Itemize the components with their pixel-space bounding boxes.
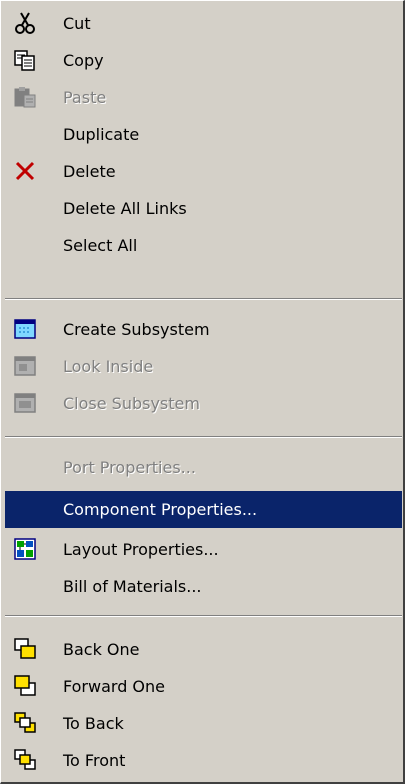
menu-item-layout-properties[interactable]: Layout Properties...	[5, 531, 402, 568]
back-one-icon	[13, 637, 37, 661]
menu-item-label: To Front	[63, 751, 126, 770]
context-menu: Cut Copy Paste Duplicate Delete Delete A…	[0, 0, 405, 784]
menu-item-cut[interactable]: Cut	[5, 5, 402, 42]
copy-icon	[13, 48, 37, 72]
menu-item-create-subsystem[interactable]: Create Subsystem	[5, 311, 402, 348]
menu-item-duplicate[interactable]: Duplicate	[5, 116, 402, 153]
menu-item-to-back[interactable]: To Back	[5, 705, 402, 742]
menu-item-delete[interactable]: Delete	[5, 153, 402, 190]
layout-icon	[13, 537, 37, 561]
menu-item-label: Look Inside	[63, 357, 154, 376]
menu-item-label: Close Subsystem	[63, 394, 200, 413]
menu-item-label: Duplicate	[63, 125, 140, 144]
menu-item-look-inside: Look Inside	[5, 348, 402, 385]
menu-item-paste: Paste	[5, 79, 402, 116]
menu-item-label: Component Properties...	[63, 500, 258, 519]
menu-item-label: Back One	[63, 640, 140, 659]
menu-item-forward-one[interactable]: Forward One	[5, 668, 402, 705]
menu-item-to-front[interactable]: To Front	[5, 742, 402, 779]
menu-separator	[5, 298, 402, 300]
to-front-icon	[13, 748, 37, 772]
menu-item-label: Cut	[63, 14, 91, 33]
menu-item-label: Layout Properties...	[63, 540, 219, 559]
close-subsystem-icon	[13, 391, 37, 415]
menu-item-component-properties[interactable]: Component Properties...	[5, 491, 402, 528]
paste-icon	[13, 85, 37, 109]
menu-item-copy[interactable]: Copy	[5, 42, 402, 79]
menu-item-label: Paste	[63, 88, 107, 107]
scissors-icon	[13, 11, 37, 35]
menu-item-label: Port Properties...	[63, 458, 196, 477]
forward-one-icon	[13, 674, 37, 698]
menu-item-label: Create Subsystem	[63, 320, 210, 339]
delete-x-icon	[13, 159, 37, 183]
menu-item-label: Bill of Materials...	[63, 577, 202, 596]
menu-item-label: Forward One	[63, 677, 166, 696]
menu-item-select-all[interactable]: Select All	[5, 227, 402, 264]
menu-item-back-one[interactable]: Back One	[5, 631, 402, 668]
subsystem-icon	[13, 317, 37, 341]
menu-separator	[5, 436, 402, 438]
menu-item-label: To Back	[63, 714, 124, 733]
menu-item-label: Select All	[63, 236, 138, 255]
to-back-icon	[13, 711, 37, 735]
menu-item-label: Copy	[63, 51, 104, 70]
menu-item-close-subsystem: Close Subsystem	[5, 385, 402, 422]
menu-item-port-properties: Port Properties...	[5, 449, 402, 486]
menu-item-label: Delete All Links	[63, 199, 187, 218]
look-inside-icon	[13, 354, 37, 378]
menu-separator	[5, 615, 402, 617]
menu-item-bill-of-materials[interactable]: Bill of Materials...	[5, 568, 402, 605]
menu-item-label: Delete	[63, 162, 116, 181]
menu-item-delete-all-links[interactable]: Delete All Links	[5, 190, 402, 227]
